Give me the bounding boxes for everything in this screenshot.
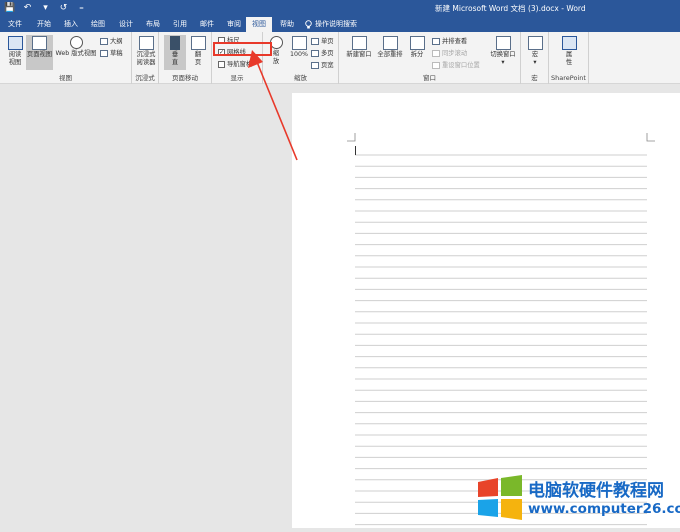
print-layout-icon xyxy=(32,36,47,50)
group-macros: 宏 ▾ 宏 xyxy=(521,32,549,84)
tab-references[interactable]: 引用 xyxy=(169,17,191,32)
one-page-button[interactable]: 单页 xyxy=(311,37,334,46)
draft-button[interactable]: 草稿 xyxy=(100,49,123,58)
group-sharepoint-label: SharePoint xyxy=(551,74,586,82)
split-button[interactable]: 拆分 xyxy=(406,36,428,59)
group-show: 标尺 ✓ 网格线 导航窗格 显示 xyxy=(212,32,263,84)
multiple-pages-icon xyxy=(311,50,319,57)
group-window: 新建窗口 全部重排 拆分 并排查看 同步滚动 重设窗口位置 切换窗口 ▾ 窗口 xyxy=(339,32,521,84)
page-width-icon xyxy=(311,62,319,69)
split-icon xyxy=(409,36,425,50)
gridlines-highlight-box xyxy=(213,42,272,56)
undo-icon[interactable]: ↶ xyxy=(22,2,33,14)
tab-home[interactable]: 开始 xyxy=(33,17,55,32)
tab-draw[interactable]: 绘图 xyxy=(87,17,109,32)
save-icon[interactable]: 💾 xyxy=(4,2,15,14)
tab-design[interactable]: 设计 xyxy=(115,17,137,32)
macros-icon xyxy=(527,36,543,50)
document-page[interactable] xyxy=(292,93,680,528)
margin-corner-left xyxy=(347,133,356,142)
group-immersive: 沉浸式 阅读器 沉浸式 xyxy=(132,32,159,84)
undo-dropdown-icon[interactable]: ▾ xyxy=(40,2,51,14)
watermark-title: 电脑软硬件教程网 xyxy=(528,481,664,501)
group-page-movement: 垂 直 翻 页 页面移动 xyxy=(159,32,212,84)
macros-button[interactable]: 宏 ▾ xyxy=(526,36,544,67)
group-zoom-label: 缩放 xyxy=(294,74,307,82)
redo-icon[interactable]: ↺ xyxy=(58,2,69,14)
switch-windows-icon xyxy=(495,36,511,50)
chevron-down-icon: ▾ xyxy=(533,59,537,66)
ribbon-tabs: 文件 开始 插入 绘图 设计 布局 引用 邮件 审阅 视图 帮助 操作说明搜索 xyxy=(0,17,680,32)
windows-logo-icon xyxy=(478,475,522,520)
tab-view[interactable]: 视图 xyxy=(246,17,272,32)
new-window-button[interactable]: 新建窗口 xyxy=(345,36,373,59)
multiple-pages-button[interactable]: 多页 xyxy=(311,49,334,58)
immersive-reader-icon xyxy=(138,36,154,50)
zoom-100-icon xyxy=(291,36,307,50)
tab-review[interactable]: 审阅 xyxy=(223,17,245,32)
draft-icon xyxy=(100,50,108,57)
sharepoint-properties-icon xyxy=(561,36,577,50)
watermark: 电脑软硬件教程网 www.computer26.com xyxy=(476,472,680,528)
view-side-by-side-button[interactable]: 并排查看 xyxy=(432,37,467,46)
group-show-label: 显示 xyxy=(230,74,244,82)
customize-qat-icon[interactable]: ₌ xyxy=(76,2,87,14)
watermark-url: www.computer26.com xyxy=(528,501,680,517)
outline-icon xyxy=(100,38,108,45)
side-by-side-icon xyxy=(432,38,440,45)
group-views: 阅读 视图 页面视图 Web 版式视图 大纲 草稿 视图 xyxy=(0,32,132,84)
side-to-side-icon xyxy=(190,36,206,50)
arrange-all-button[interactable]: 全部重排 xyxy=(376,36,404,59)
web-layout-button[interactable]: Web 版式视图 xyxy=(55,36,97,58)
switch-windows-button[interactable]: 切换窗口 ▾ xyxy=(487,36,519,67)
outline-button[interactable]: 大纲 xyxy=(100,37,123,46)
window-title: 新建 Microsoft Word 文档 (3).docx - Word xyxy=(435,4,586,13)
sync-scroll-button[interactable]: 同步滚动 xyxy=(432,49,467,58)
print-layout-button[interactable]: 页面视图 xyxy=(26,35,53,70)
tab-help[interactable]: 帮助 xyxy=(276,17,298,32)
chevron-down-icon: ▾ xyxy=(501,59,505,66)
tab-layout[interactable]: 布局 xyxy=(142,17,164,32)
nav-pane-check-icon xyxy=(218,61,225,68)
tell-me-search[interactable]: 操作说明搜索 xyxy=(305,17,365,32)
vertical-button[interactable]: 垂 直 xyxy=(164,35,186,70)
search-label: 操作说明搜索 xyxy=(315,20,357,28)
page-width-button[interactable]: 页宽 xyxy=(311,61,334,70)
group-window-label: 窗口 xyxy=(423,74,436,82)
title-bar: 💾 ↶ ▾ ↺ ₌ 新建 Microsoft Word 文档 (3).docx … xyxy=(0,0,680,17)
read-mode-button[interactable]: 阅读 视图 xyxy=(4,36,26,67)
group-macros-label: 宏 xyxy=(531,74,538,82)
immersive-reader-button[interactable]: 沉浸式 阅读器 xyxy=(134,36,158,67)
margin-corner-right xyxy=(646,133,655,142)
zoom-100-button[interactable]: 100% xyxy=(288,36,310,59)
tab-insert[interactable]: 插入 xyxy=(60,17,82,32)
reset-position-icon xyxy=(432,62,440,69)
group-immersive-label: 沉浸式 xyxy=(135,74,155,82)
group-zoom: 缩 放 100% 单页 多页 页宽 缩放 xyxy=(263,32,339,84)
read-mode-icon xyxy=(7,36,23,50)
group-sharepoint: 属 性 SharePoint xyxy=(549,32,589,84)
reset-window-position-button[interactable]: 重设窗口位置 xyxy=(432,61,480,70)
web-layout-icon xyxy=(69,36,83,49)
gridlines-overlay xyxy=(347,133,655,526)
lightbulb-icon xyxy=(305,20,312,29)
quick-access-toolbar: 💾 ↶ ▾ ↺ ₌ xyxy=(4,2,87,14)
arrange-all-icon xyxy=(382,36,398,50)
group-page-movement-label: 页面移动 xyxy=(172,74,198,82)
tab-file[interactable]: 文件 xyxy=(4,17,26,32)
nav-pane-checkbox[interactable]: 导航窗格 xyxy=(218,60,252,69)
one-page-icon xyxy=(311,38,319,45)
new-window-icon xyxy=(351,36,367,50)
text-cursor xyxy=(355,146,356,155)
sync-scroll-icon xyxy=(432,50,440,57)
vertical-icon xyxy=(170,36,180,50)
side-to-side-button[interactable]: 翻 页 xyxy=(188,36,208,67)
ribbon: 阅读 视图 页面视图 Web 版式视图 大纲 草稿 视图 沉浸式 阅读器 沉浸式… xyxy=(0,32,680,84)
tab-mailings[interactable]: 邮件 xyxy=(196,17,218,32)
group-views-label: 视图 xyxy=(59,74,72,82)
properties-button[interactable]: 属 性 xyxy=(559,36,579,67)
